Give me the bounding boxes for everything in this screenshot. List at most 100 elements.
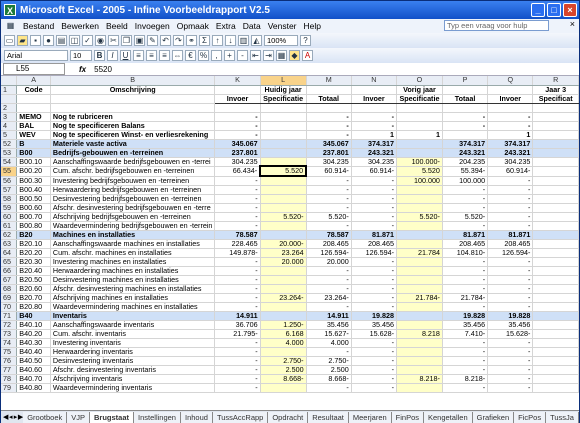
- cell[interactable]: [396, 185, 443, 195]
- header-cell[interactable]: Specificatie: [396, 94, 443, 104]
- cell[interactable]: 208.465: [306, 239, 352, 249]
- workbook-icon[interactable]: ▦: [5, 21, 16, 32]
- header-cell[interactable]: Specificatie: [260, 94, 307, 104]
- cell[interactable]: [260, 284, 307, 294]
- cell[interactable]: 5.520-: [442, 212, 489, 222]
- column-header[interactable]: M: [306, 76, 352, 86]
- undo-icon[interactable]: ↶: [160, 35, 171, 46]
- cell[interactable]: B40.20: [16, 329, 51, 339]
- cell[interactable]: Machines en installaties: [50, 230, 216, 240]
- cell[interactable]: [396, 139, 443, 149]
- cell[interactable]: -: [442, 266, 489, 276]
- cell[interactable]: B00.30: [16, 176, 51, 186]
- cell[interactable]: 20.000: [306, 257, 352, 267]
- cell[interactable]: Afschr. desinvestering machines en insta…: [50, 284, 216, 294]
- cell[interactable]: -: [214, 293, 261, 303]
- cell[interactable]: -: [351, 338, 398, 348]
- cell[interactable]: [260, 130, 307, 140]
- cell[interactable]: 126.594-: [306, 248, 352, 258]
- sheet-tab[interactable]: Brugstaat: [90, 411, 135, 423]
- header-cell[interactable]: [306, 85, 352, 95]
- cell[interactable]: Inventaris: [50, 311, 216, 321]
- header-cell[interactable]: Jaar 3: [532, 85, 579, 95]
- cell[interactable]: -: [351, 194, 398, 204]
- column-header[interactable]: Q: [487, 76, 534, 86]
- print-preview-icon[interactable]: ◫: [69, 35, 80, 46]
- cell[interactable]: [396, 356, 443, 366]
- cell[interactable]: 304.235: [306, 157, 352, 167]
- decrease-decimal-icon[interactable]: -: [237, 50, 248, 61]
- cell[interactable]: -: [306, 176, 352, 186]
- cell[interactable]: 208.465: [487, 239, 534, 249]
- bold-icon[interactable]: B: [94, 50, 105, 61]
- cell[interactable]: [16, 103, 51, 113]
- cell[interactable]: [260, 383, 307, 393]
- cell[interactable]: 2.750-: [260, 356, 307, 366]
- cell[interactable]: [396, 284, 443, 294]
- cell[interactable]: -: [442, 121, 489, 131]
- drawing-icon[interactable]: ◭: [251, 35, 262, 46]
- cell[interactable]: -: [442, 383, 489, 393]
- cell[interactable]: Investering bedrijfsgebouwen en -terrein…: [50, 176, 216, 186]
- cell[interactable]: -: [442, 203, 489, 213]
- cell[interactable]: [396, 302, 443, 312]
- cell[interactable]: 8.218: [396, 329, 443, 339]
- cell[interactable]: [396, 338, 443, 348]
- cell[interactable]: 78.587: [214, 230, 261, 240]
- header-cell[interactable]: Omschrijving: [50, 85, 216, 95]
- cell[interactable]: -: [487, 121, 534, 131]
- column-header[interactable]: K: [214, 76, 261, 86]
- cell[interactable]: -: [214, 374, 261, 384]
- cell[interactable]: -: [442, 112, 489, 122]
- cell[interactable]: [396, 320, 443, 330]
- cell[interactable]: -: [306, 275, 352, 285]
- cell[interactable]: -: [351, 302, 398, 312]
- minimize-button[interactable]: _: [531, 3, 545, 17]
- cell[interactable]: 374.317: [351, 139, 398, 149]
- cell[interactable]: 5.520-: [306, 212, 352, 222]
- cell[interactable]: -: [351, 185, 398, 195]
- sheet-tab[interactable]: TussJa: [546, 411, 579, 423]
- cell[interactable]: [532, 248, 579, 258]
- cell[interactable]: B00.50: [16, 194, 51, 204]
- cell[interactable]: Cum. afschr. bedrijfsgebouwen en -terrei…: [50, 166, 216, 177]
- cell[interactable]: [532, 166, 579, 177]
- cell[interactable]: [260, 275, 307, 285]
- cell[interactable]: 8.668-: [260, 374, 307, 384]
- cell[interactable]: -: [351, 121, 398, 131]
- cell[interactable]: -: [214, 130, 261, 140]
- cell[interactable]: 8.218-: [396, 374, 443, 384]
- cell[interactable]: 15.628-: [351, 329, 398, 339]
- cell[interactable]: B: [16, 139, 51, 149]
- cell[interactable]: -: [442, 194, 489, 204]
- cell[interactable]: 66.434-: [214, 166, 261, 177]
- cell[interactable]: [306, 103, 352, 113]
- cell[interactable]: -: [487, 338, 534, 348]
- menu-help[interactable]: Help: [304, 21, 321, 31]
- borders-icon[interactable]: ▦: [276, 50, 287, 61]
- cell[interactable]: [532, 293, 579, 303]
- close-workbook-icon[interactable]: ×: [570, 19, 575, 29]
- cell[interactable]: -: [214, 266, 261, 276]
- cell[interactable]: 6.168: [260, 329, 307, 339]
- cell[interactable]: Waardevermindering bedrijfsgebouwen en -…: [50, 221, 216, 231]
- cell[interactable]: [532, 365, 579, 375]
- cell[interactable]: [260, 266, 307, 276]
- sheet-tab[interactable]: Opdracht: [268, 411, 309, 423]
- cell[interactable]: -: [351, 212, 398, 222]
- format-painter-icon[interactable]: ✎: [147, 35, 158, 46]
- cell[interactable]: [260, 121, 307, 131]
- cell[interactable]: 60.914-: [306, 166, 352, 177]
- cell[interactable]: -: [214, 194, 261, 204]
- cell[interactable]: [532, 139, 579, 149]
- merge-center-icon[interactable]: ⇔: [172, 50, 183, 61]
- cell[interactable]: 19.828: [351, 311, 398, 321]
- column-header[interactable]: L: [260, 76, 307, 86]
- menu-invoegen[interactable]: Invoegen: [135, 21, 170, 31]
- cell[interactable]: Desinvestering bedrijfsgebouwen en -terr…: [50, 194, 216, 204]
- cell[interactable]: 78.587: [306, 230, 352, 240]
- cell[interactable]: -: [351, 347, 398, 357]
- cell[interactable]: -: [306, 347, 352, 357]
- cell[interactable]: -: [351, 284, 398, 294]
- cell[interactable]: 304.235: [487, 157, 534, 167]
